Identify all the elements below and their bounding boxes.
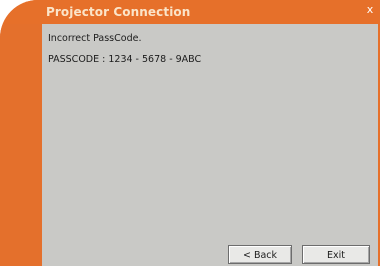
error-message: Incorrect PassCode. (48, 33, 142, 44)
passcode-text: PASSCODE : 1234 - 5678 - 9ABC (48, 54, 202, 65)
title-bar[interactable]: Projector Connection x (0, 0, 380, 24)
back-button-label: < Back (242, 250, 278, 261)
exit-button-label: Exit (327, 250, 345, 261)
back-button[interactable]: < Back (228, 245, 292, 264)
close-icon[interactable]: x (363, 3, 377, 17)
content-panel: Incorrect PassCode. PASSCODE : 1234 - 56… (42, 24, 378, 266)
exit-button[interactable]: Exit (302, 245, 370, 264)
side-banner (0, 24, 42, 266)
projector-connection-window: Projector Connection x Incorrect PassCod… (0, 0, 380, 266)
window-title: Projector Connection (46, 5, 191, 19)
